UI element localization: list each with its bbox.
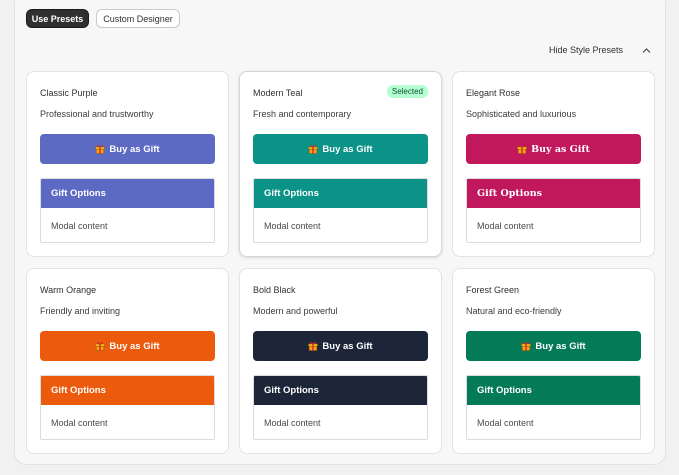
buy-as-gift-label: Buy as Gift [322, 143, 373, 155]
preset-name: Modern Teal [253, 88, 303, 98]
preset-card[interactable]: Bold Black Modern and powerful Buy as Gift… [239, 268, 442, 454]
modal-preview: Gift Options Modal content [466, 375, 641, 440]
buy-as-gift-label: Buy as Gift [109, 143, 160, 155]
modal-header: Gift Options [467, 179, 640, 208]
gift-icon [308, 144, 319, 154]
modal-body: Modal content [254, 405, 427, 439]
preset-description: Natural and eco-friendly [466, 306, 562, 316]
preset-name: Forest Green [466, 285, 520, 295]
modal-body: Modal content [467, 405, 640, 439]
preset-card[interactable]: Classic Purple Professional and trustwort… [26, 71, 229, 257]
gift-icon [517, 144, 527, 154]
preset-name: Bold Black [253, 285, 296, 295]
modal-body: Modal content [254, 208, 427, 242]
modal-header: Gift Options [254, 179, 427, 208]
modal-preview: Gift Options Modal content [253, 375, 428, 440]
buy-as-gift-button[interactable]: Buy as Gift [40, 331, 215, 361]
buy-as-gift-button[interactable]: Buy as Gift [466, 134, 641, 164]
modal-header: Gift Options [254, 376, 427, 405]
gift-icon [521, 341, 532, 351]
gift-icon [95, 144, 106, 154]
preset-description: Modern and powerful [253, 306, 338, 316]
preset-card[interactable]: Elegant Rose Sophisticated and luxurious B… [452, 71, 655, 257]
preset-card[interactable]: Warm Orange Friendly and inviting Buy as G… [26, 268, 229, 454]
modal-body: Modal content [467, 208, 640, 242]
buy-as-gift-button[interactable]: Buy as Gift [40, 134, 215, 164]
preset-name: Warm Orange [40, 285, 97, 295]
use-presets-button[interactable]: Use Presets [26, 9, 89, 28]
buy-as-gift-label: Buy as Gift [535, 340, 586, 352]
modal-body: Modal content [41, 208, 214, 242]
custom-designer-button[interactable]: Custom Designer [96, 9, 180, 28]
gift-icon [95, 341, 106, 351]
hide-style-presets-toggle[interactable]: Hide Style Presets [549, 45, 623, 55]
gift-icon [308, 341, 319, 351]
modal-preview: Gift Options Modal content [253, 178, 428, 243]
chevron-up-icon[interactable] [642, 47, 651, 54]
modal-header: Gift Options [467, 376, 640, 405]
preset-description: Friendly and inviting [40, 306, 121, 316]
preset-card[interactable]: Modern Teal Selected Fresh and contemporar… [239, 71, 442, 257]
buy-as-gift-button[interactable]: Buy as Gift [253, 331, 428, 361]
modal-preview: Gift Options Modal content [40, 375, 215, 440]
buy-as-gift-button[interactable]: Buy as Gift [466, 331, 641, 361]
buy-as-gift-label: Buy as Gift [531, 143, 590, 155]
buy-as-gift-button[interactable]: Buy as Gift [253, 134, 428, 164]
modal-header: Gift Options [41, 179, 214, 208]
preset-card[interactable]: Forest Green Natural and eco-friendly Buy … [452, 268, 655, 454]
selected-badge: Selected [386, 85, 428, 98]
modal-preview: Gift Options Modal content [40, 178, 215, 243]
modal-header: Gift Options [41, 376, 214, 405]
modal-body: Modal content [41, 405, 214, 439]
preset-description: Fresh and contemporary [253, 109, 352, 119]
buy-as-gift-label: Buy as Gift [109, 340, 160, 352]
preset-name: Elegant Rose [466, 88, 521, 98]
preset-description: Professional and trustworthy [40, 109, 154, 119]
preset-name: Classic Purple [40, 88, 98, 98]
preset-description: Sophisticated and luxurious [466, 109, 577, 119]
buy-as-gift-label: Buy as Gift [322, 340, 373, 352]
modal-preview: Gift Options Modal content [466, 178, 641, 243]
